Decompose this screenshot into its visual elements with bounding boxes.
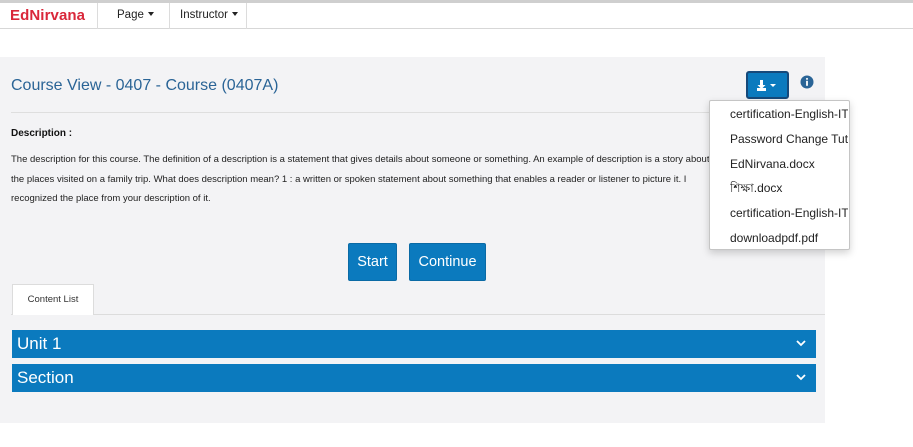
nav-menu-page-label: Page xyxy=(117,9,144,21)
caret-down-icon xyxy=(147,12,154,16)
nav-divider xyxy=(169,3,170,29)
chevron-down-icon xyxy=(796,374,806,381)
brand-logo[interactable]: EdNirvana xyxy=(10,7,85,24)
accordion-unit-1-label: Unit 1 xyxy=(17,334,62,353)
page-title: Course View - 0407 - Course (0407A) xyxy=(11,77,279,94)
description-label: Description : xyxy=(11,128,73,139)
download-dropdown-menu: certification-English-IT... Password Cha… xyxy=(709,100,850,250)
download-icon xyxy=(757,80,776,91)
nav-menu-page[interactable]: Page xyxy=(117,9,154,21)
nav-divider xyxy=(246,3,247,29)
course-panel: Course View - 0407 - Course (0407A) Desc… xyxy=(0,57,825,423)
download-item[interactable]: শিক্ষা.docx xyxy=(730,178,848,198)
download-item[interactable]: certification-English-IT... xyxy=(730,104,848,124)
top-navbar: EdNirvana Page Instructor xyxy=(0,0,913,29)
download-item[interactable]: downloadpdf.pdf xyxy=(730,228,848,248)
accordion-section-label: Section xyxy=(17,368,74,387)
download-item[interactable]: certification-English-IT... xyxy=(730,203,848,223)
description-text: The description for this course. The def… xyxy=(11,154,710,204)
download-item[interactable]: Password Change Tutorial... xyxy=(730,129,848,149)
info-icon[interactable] xyxy=(800,75,814,89)
accordion-unit-1[interactable]: Unit 1 xyxy=(12,330,816,358)
nav-menu-instructor-label: Instructor xyxy=(180,9,228,21)
divider xyxy=(11,112,825,113)
download-item[interactable]: EdNirvana.docx xyxy=(730,154,848,174)
start-button[interactable]: Start xyxy=(348,243,397,281)
chevron-down-icon xyxy=(796,340,806,347)
tab-content-list[interactable]: Content List xyxy=(12,284,94,315)
caret-down-icon xyxy=(231,12,238,16)
nav-divider xyxy=(97,3,98,29)
tabs-divider xyxy=(11,314,825,315)
continue-button[interactable]: Continue xyxy=(409,243,486,281)
nav-menu-instructor[interactable]: Instructor xyxy=(180,9,238,21)
download-dropdown-button[interactable] xyxy=(746,71,789,99)
accordion-section[interactable]: Section xyxy=(12,364,816,392)
